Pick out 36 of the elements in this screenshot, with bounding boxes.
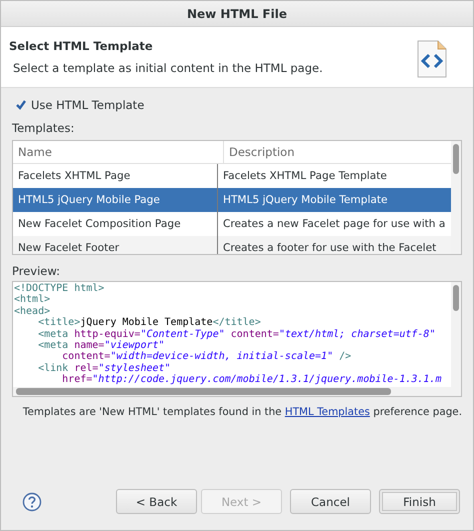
dialog-button[interactable]: < Back bbox=[116, 489, 197, 514]
column-header[interactable]: Description bbox=[224, 141, 294, 163]
table-cell-text: HTML5 jQuery Mobile Template bbox=[222, 193, 389, 208]
code-line: <link rel="stylesheet" bbox=[37, 362, 171, 374]
dialog-button[interactable]: Finish bbox=[379, 489, 460, 514]
table-cell-text: Creates a footer for use with the Facelet bbox=[222, 241, 438, 254]
code-line: <html> bbox=[14, 294, 52, 306]
scrollbar-thumb[interactable] bbox=[453, 144, 459, 174]
html-file-icon bbox=[417, 40, 447, 78]
code-line: content="width=device-width, initial-scale=1" /> bbox=[61, 351, 352, 363]
page-title: Select HTML Template bbox=[9, 39, 154, 53]
help-icon[interactable] bbox=[22, 492, 42, 512]
code-line: <title>jQuery Mobile Template</title> bbox=[37, 317, 262, 329]
template-row[interactable]: New Facelet Footer Creates a footer for use with the Facelet bbox=[13, 236, 451, 254]
table-cell-text: Facelets XHTML Page Template bbox=[222, 169, 388, 184]
dialog-button[interactable]: Cancel bbox=[290, 489, 371, 514]
checkbox-label: Use HTML Template bbox=[31, 98, 144, 112]
code-line: <meta http-equiv="Content-Type" content="text/html; charset=utf-8" bbox=[37, 328, 436, 340]
code-line: <head> bbox=[14, 306, 52, 317]
window-title: New HTML File bbox=[186, 6, 287, 20]
column-header[interactable]: Name bbox=[13, 141, 224, 163]
scrollbar-thumb[interactable] bbox=[453, 285, 459, 311]
template-row[interactable]: HTML5 jQuery Mobile Page HTML5 jQuery Mobile Template bbox=[13, 188, 451, 212]
table-cell: New Facelet Footer bbox=[13, 236, 218, 254]
table-cell: HTML5 jQuery Mobile Page bbox=[13, 188, 218, 212]
table-cell-text: Creates a new Facelet page for use with a bbox=[222, 217, 446, 232]
templates-note: Templates are 'New HTML' templates found in the HTML Templates preference page. bbox=[22, 405, 462, 419]
page-description: Select a template as initial content in the HTML page. bbox=[12, 61, 323, 75]
preview-label: Preview: bbox=[12, 264, 62, 278]
html-templates-link[interactable]: HTML Templates bbox=[284, 406, 370, 418]
templates-label: Templates: bbox=[12, 121, 76, 135]
use-template-checkbox[interactable] bbox=[15, 99, 27, 111]
code-line: <meta name="viewport" bbox=[37, 340, 165, 352]
code-line: <!DOCTYPE html> bbox=[14, 283, 106, 294]
code-line: href="http://code.jquery.com/mobile/1.3.1/jquery.mobile-1.3.1.m bbox=[61, 374, 442, 386]
scrollbar-thumb[interactable] bbox=[16, 388, 391, 395]
